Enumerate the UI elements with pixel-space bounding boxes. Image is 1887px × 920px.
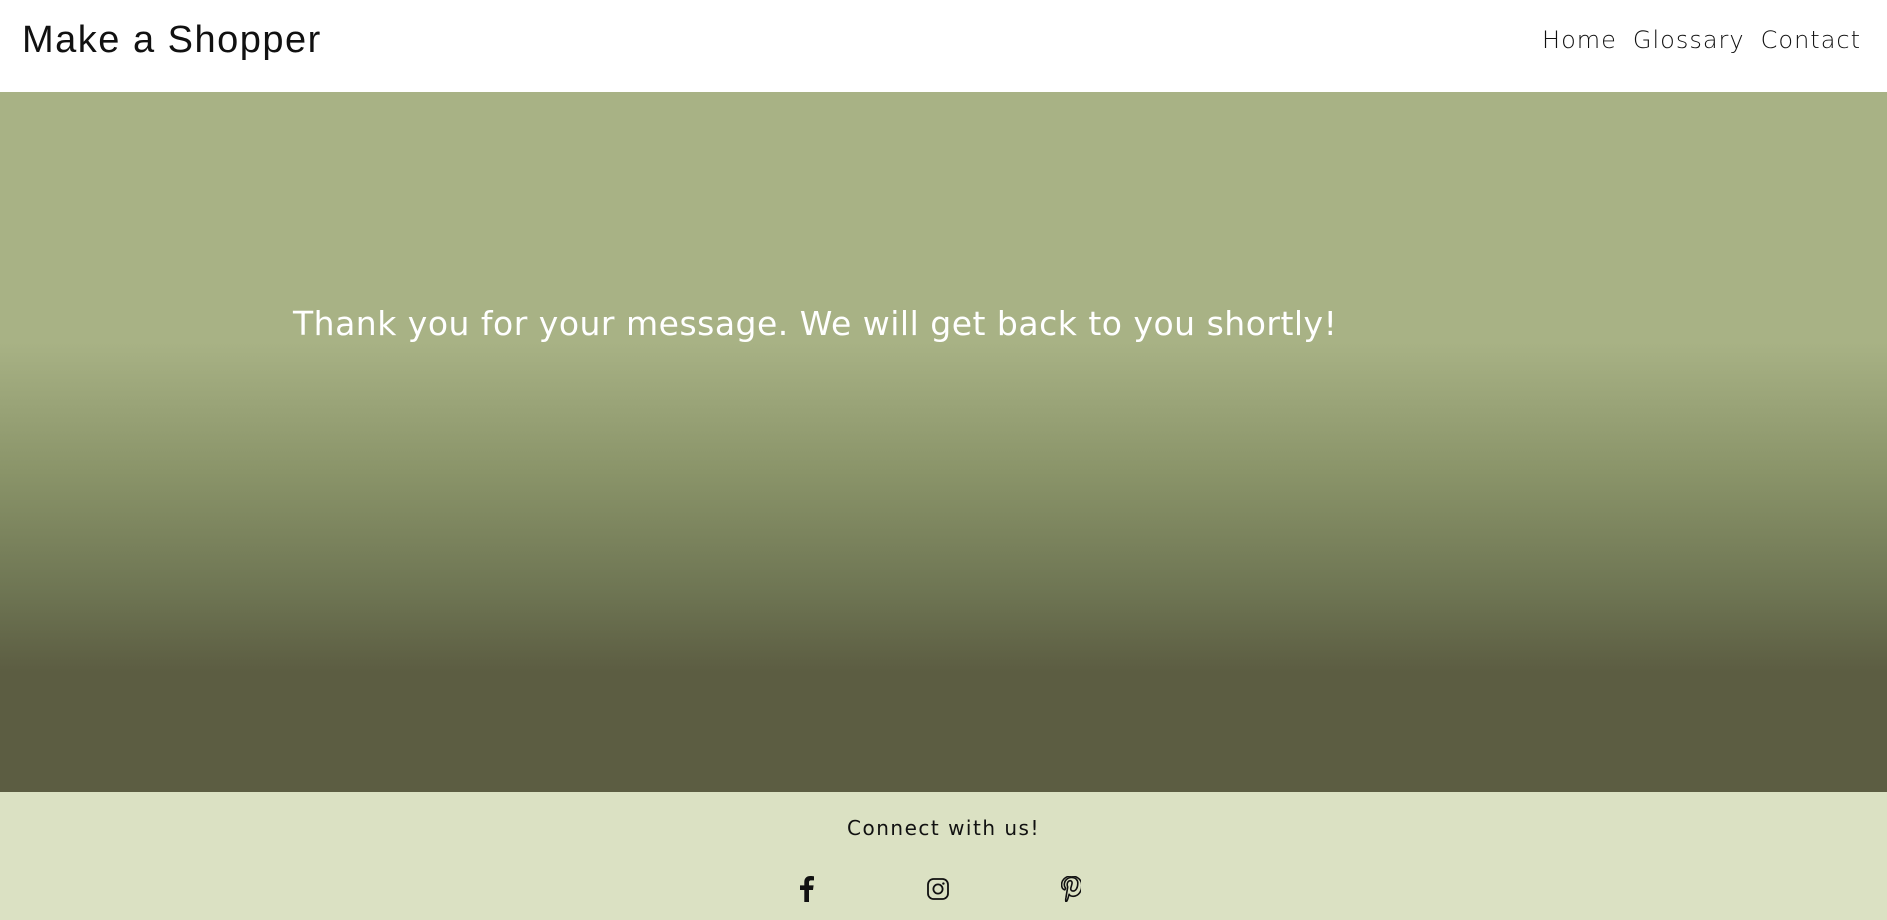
site-footer: Connect with us! bbox=[0, 792, 1887, 920]
site-header: Make a Shopper Home Glossary Contact bbox=[0, 0, 1887, 92]
nav-glossary-link[interactable]: Glossary bbox=[1633, 22, 1745, 58]
thank-you-message: Thank you for your message. We will get … bbox=[293, 304, 1338, 343]
nav-contact-link[interactable]: Contact bbox=[1761, 22, 1861, 58]
facebook-icon[interactable] bbox=[792, 874, 822, 904]
page: Make a Shopper Home Glossary Contact Tha… bbox=[0, 0, 1887, 920]
pinterest-icon[interactable] bbox=[1056, 874, 1086, 904]
site-title[interactable]: Make a Shopper bbox=[22, 16, 322, 64]
instagram-icon[interactable] bbox=[923, 874, 953, 904]
nav-home-link[interactable]: Home bbox=[1542, 22, 1617, 58]
main-nav: Home Glossary Contact bbox=[1542, 22, 1861, 58]
hero-section: Thank you for your message. We will get … bbox=[0, 92, 1887, 792]
connect-text: Connect with us! bbox=[847, 816, 1040, 840]
